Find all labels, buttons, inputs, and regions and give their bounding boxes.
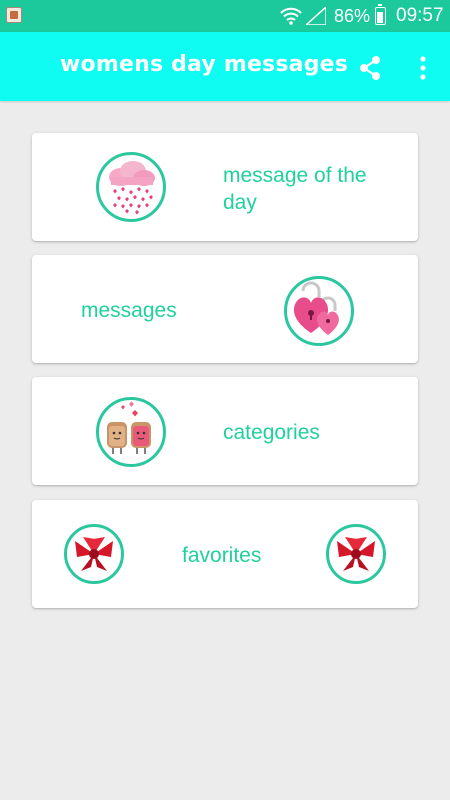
battery-percent: 86% [334,6,371,26]
more-options-button[interactable] [408,50,438,86]
menu-item-label: favorites [182,544,262,567]
menu-item-label: message of the day [223,164,367,214]
menu-item-label: categories [223,421,320,444]
app-title: womens day messages [60,52,349,77]
share-button[interactable] [352,50,388,86]
red-bow-icon [64,524,124,584]
menu-item-messages[interactable]: messages [32,255,418,363]
menu-item-label: messages [81,299,177,322]
clock: 09:57 [396,5,444,26]
toast-couple-icon [96,397,166,467]
red-bow-icon [326,524,386,584]
notification-icon [6,7,22,23]
battery-icon [375,4,386,25]
share-icon [360,56,380,80]
signal-icon [306,7,326,25]
more-vert-icon [420,56,426,80]
menu-item-categories[interactable]: categories [32,377,418,485]
menu-item-favorites[interactable]: favorites [32,500,418,608]
cloud-hearts-icon [96,152,166,222]
heart-locks-icon [284,276,354,346]
wifi-icon [280,7,302,25]
menu-item-message-of-the-day[interactable]: message of the day [32,133,418,241]
app-bar: womens day messages [0,32,450,101]
status-bar: 86% 09:57 [0,0,450,32]
